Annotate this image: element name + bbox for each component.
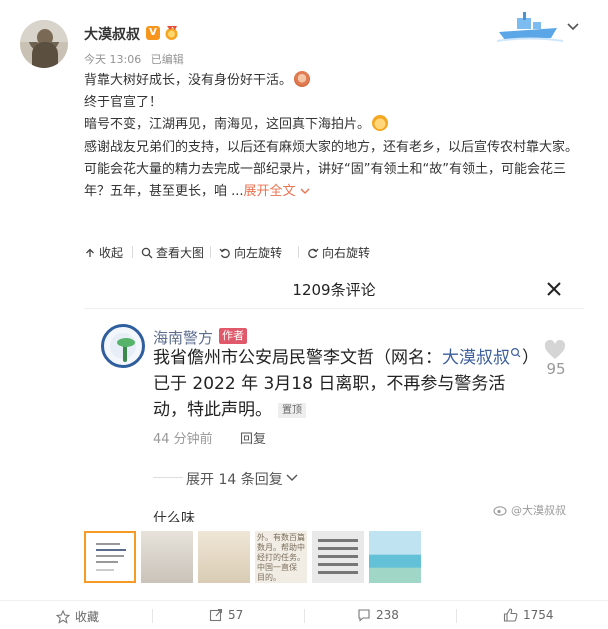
thumbnail-1[interactable] [84,531,136,583]
search-icon [510,347,521,358]
favorite-button[interactable]: 收藏 [56,608,99,625]
star-icon [56,609,70,624]
rotate-left-icon [219,248,230,258]
comment-time: 44 分钟前 [153,432,213,447]
repost-button[interactable]: 57 [209,608,243,622]
thumbnail-5[interactable] [312,531,364,583]
edited-label[interactable]: 已编辑 [151,53,184,66]
expand-full-text-link[interactable]: 展开全文 [244,184,310,199]
thumbnail-2[interactable] [141,531,193,583]
verified-badge: V [146,26,160,40]
medal-icon [165,26,178,40]
watermark: @大漠叔叔 [493,502,566,518]
view-large-button[interactable]: 查看大图 [141,244,204,261]
chevron-down-icon [300,188,310,195]
thumbs-up-icon [503,608,518,622]
doge-emoji-icon [372,115,389,132]
post-meta: 今天 13:06 已编辑 [84,51,190,67]
thumbnail-3[interactable] [198,531,250,583]
large-image[interactable]: 1209条评论 海南警方 作者 我省儋州市公安局民警李文哲（网名：大漠叔叔 ）已于… [84,268,584,522]
comment-screenshot: 1209条评论 海南警方 作者 我省儋州市公安局民警李文哲（网名：大漠叔叔 ）已于… [84,268,584,522]
arrow-up-icon [86,248,94,257]
comment-button[interactable]: 238 [357,608,399,622]
post-line-4: 感谢战友兄弟们的支持，以后还有麻烦大家的地方，还有老乡，以后宣传农村靠大家。 [84,139,579,155]
rotate-right-icon [308,248,319,258]
emoji-icon [294,71,311,87]
post-line-3: 暗号不变，江湖再见，南海见，这回真下海拍片。 [84,117,371,133]
chevron-down-icon [286,474,298,481]
action-bar: 收藏 57 238 1754 [0,600,608,629]
post-line-1: 背靠大树好成长，没有身份好干活。 [84,73,293,88]
chevron-down-icon[interactable] [567,22,579,32]
post-content: 背靠大树好成长，没有身份好干活。 终于官宣了！ 暗号不变，江湖再见，南海见，这回… [84,70,584,203]
rotate-right-button[interactable]: 向右旋转 [307,244,370,261]
police-avatar [101,324,145,368]
comments-title: 1209条评论 [292,281,376,299]
comment-text: 我省儋州市公安局民警李文哲（网名：大漠叔叔 ）已于 2022 年 3月18 日离职… [153,347,531,420]
image-toolbar: 收起 查看大图 向左旋转 向右旋转 [84,239,584,265]
post-line-5: 可能会花大量的精力去完成一部纪录片，讲好“固”有领土和“故”有领土，可能会花三年… [84,161,566,200]
post-line-2: 终于官宣了！ [84,95,163,111]
like-button[interactable]: 1754 [503,608,554,622]
author-tag: 作者 [219,328,247,344]
search-icon [141,247,153,258]
expand-replies: 展开 14 条回复 [186,472,283,488]
comment-like-count: 95 [546,360,566,378]
thumbnail-6[interactable] [369,531,421,583]
author-avatar[interactable] [20,20,68,68]
heart-icon [544,340,566,359]
collapse-button[interactable]: 收起 [84,244,123,261]
post-time[interactable]: 今天 13:06 [84,53,141,66]
pinned-badge: 置顶 [278,403,306,418]
author-name[interactable]: 大漠叔叔 [84,24,140,44]
comment-icon [358,609,370,622]
repost-icon [209,608,223,622]
ship-decoration-icon [497,12,563,42]
weibo-post: 大漠叔叔 V 今天 13:06 已编辑 背靠大树好成长，没有身份好干活。 终于官… [0,0,608,629]
weibo-logo-icon [493,506,507,516]
rotate-left-button[interactable]: 向左旋转 [219,244,282,261]
close-icon [547,282,561,296]
next-comment-text: 什么味 [153,511,195,522]
mention-link: 大漠叔叔 [442,348,510,368]
comment-reply: 回复 [240,432,267,447]
thumbnail-4[interactable]: 外。有数百篇 数月。帮助中 经打的任务。 中国一直保 目的。 [255,531,307,583]
